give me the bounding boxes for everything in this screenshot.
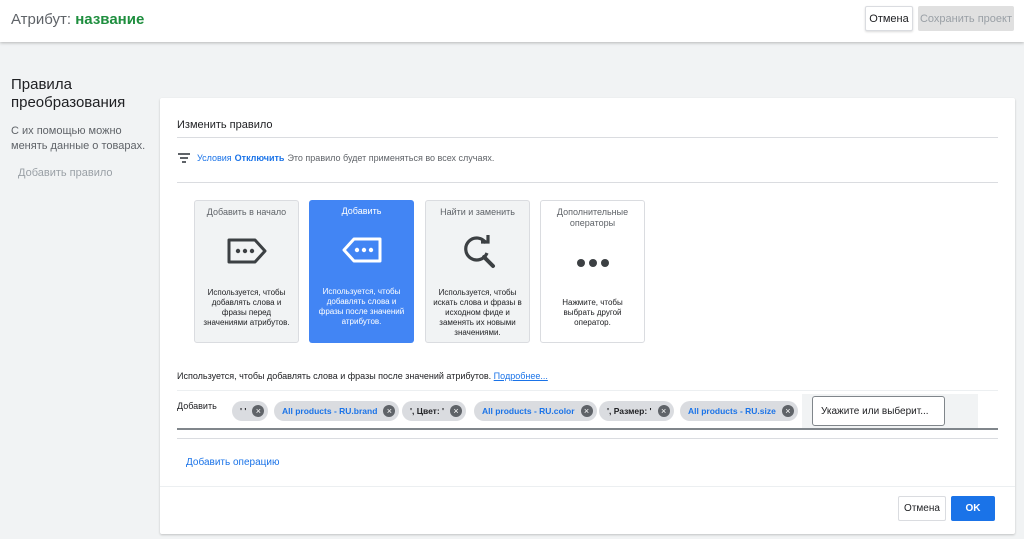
chip-text: All products - RU.size (688, 406, 776, 416)
operator-usage: Используется, чтобы добавлять слова и фр… (177, 371, 548, 381)
attribute-chip[interactable]: All products - RU.size × (680, 401, 798, 421)
close-icon[interactable]: × (781, 405, 794, 417)
close-icon[interactable]: × (450, 405, 463, 417)
divider (177, 137, 998, 138)
edit-rule-card: Изменить правило Условия Отключить Это п… (160, 98, 1015, 534)
chip-text: All products - RU.brand (282, 406, 378, 416)
cancel-button[interactable]: Отмена (898, 496, 946, 521)
attribute-chip[interactable]: All products - RU.brand × (274, 401, 400, 421)
value-chip[interactable]: ', Размер: ' × (599, 401, 674, 421)
learn-more-link[interactable]: Подробнее... (494, 371, 548, 381)
divider (177, 182, 998, 183)
add-operation-link[interactable]: Добавить операцию (186, 457, 279, 468)
section-description: С их помощью можно менять данные о товар… (11, 125, 146, 152)
operator-title: Найти и заменить (440, 207, 515, 217)
value-input[interactable] (812, 396, 945, 426)
ok-button[interactable]: OK (951, 496, 995, 521)
conditions-link[interactable]: Условия (197, 153, 232, 163)
attribute-chip[interactable]: All products - RU.color × (474, 401, 597, 421)
operator-description: Используется, чтобы добавлять слова и фр… (318, 287, 405, 326)
filter-icon (178, 153, 190, 163)
append-label: Добавить (177, 401, 217, 411)
save-project-button[interactable]: Сохранить проект (918, 6, 1014, 31)
value-chip[interactable]: ', Цвет: ' × (402, 401, 467, 421)
chip-text: ', Размер: ' (607, 406, 652, 416)
section-heading: Правила преобразования (11, 76, 126, 111)
operator-title: Добавить в начало (206, 207, 287, 217)
operator-description: Нажмите, чтобы выбрать другой оператор. (562, 298, 623, 327)
chip-text: ' ' (240, 406, 247, 416)
operator-description: Используется, чтобы искать слова и фразы… (433, 288, 522, 337)
divider (160, 486, 1015, 487)
page-title: Атрибут: название (11, 11, 144, 28)
page-title-prefix: Атрибут: (11, 11, 72, 28)
value-chip[interactable]: ' ' × (232, 401, 269, 421)
operator-tile-append[interactable]: Добавить Используется, чтобы добавлять с… (309, 200, 414, 343)
more-horiz-icon (541, 243, 644, 283)
add-rule-link[interactable]: Добавить правило (18, 167, 151, 179)
find-replace-icon (426, 231, 529, 271)
usage-text: Используется, чтобы добавлять слова и фр… (177, 371, 492, 381)
disable-conditions-link[interactable]: Отключить (235, 153, 285, 163)
close-icon[interactable]: × (580, 405, 593, 417)
append-tag-icon (309, 230, 414, 270)
append-values-row: Добавить ' ' × All products - RU.brand ×… (177, 390, 998, 430)
divider (177, 438, 998, 439)
close-icon[interactable]: × (383, 405, 396, 417)
close-icon[interactable]: × (657, 405, 670, 417)
attribute-name: название (75, 11, 145, 28)
edit-rule-title: Изменить правило (177, 119, 273, 131)
conditions-row: Условия Отключить Это правило будет прим… (178, 153, 494, 163)
chip-text: All products - RU.color (482, 406, 575, 416)
conditions-text: Это правило будет применяться во всех сл… (287, 153, 495, 163)
left-panel: Правила преобразования С их помощью можн… (11, 76, 151, 179)
operator-title: Дополнительные операторы (556, 207, 629, 228)
value-input-container (802, 394, 978, 428)
chip-text: ', Цвет: ' (410, 406, 445, 416)
operator-description: Используется, чтобы добавлять слова и фр… (203, 288, 290, 327)
header-cancel-button[interactable]: Отмена (865, 6, 913, 31)
prepend-tag-icon (195, 231, 298, 271)
close-icon[interactable]: × (252, 405, 265, 417)
operator-tile-more[interactable]: Дополнительные операторы Нажмите, чтобы … (540, 200, 645, 343)
operator-tile-prepend[interactable]: Добавить в начало Используется, чтобы до… (194, 200, 299, 343)
top-bar: Атрибут: название Отмена Сохранить проек… (0, 0, 1024, 42)
operator-title: Добавить (341, 206, 382, 216)
operator-tile-find-replace[interactable]: Найти и заменить Используется, чтобы иск… (425, 200, 530, 343)
